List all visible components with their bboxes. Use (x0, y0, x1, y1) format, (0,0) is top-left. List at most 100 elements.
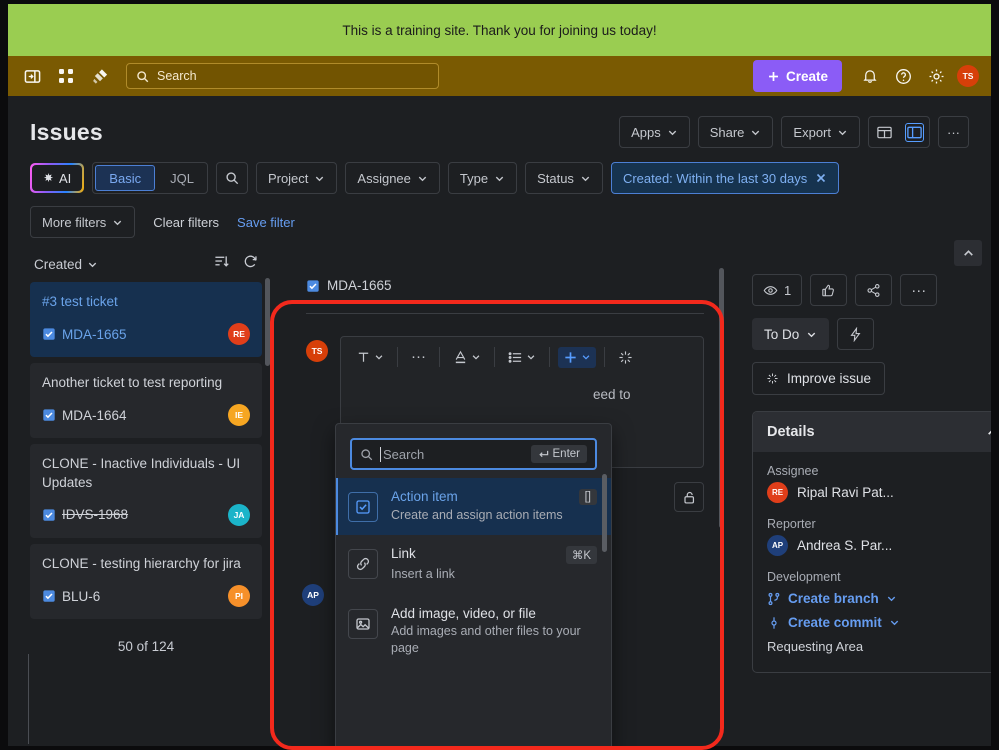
issue-card[interactable]: CLONE - testing hierarchy for jira BLU-6… (30, 544, 262, 619)
jira-logo-icon[interactable] (88, 64, 112, 88)
basic-mode-tab[interactable]: Basic (95, 165, 155, 191)
insert-menu-search-placeholder: Search (380, 447, 524, 462)
create-button[interactable]: Create (753, 60, 842, 92)
create-branch-link[interactable]: Create branch (767, 591, 991, 606)
assignee-filter-label: Assignee (357, 171, 410, 186)
basic-jql-toggle: Basic JQL (92, 162, 208, 194)
settings-gear-icon[interactable] (924, 64, 948, 88)
ai-filter-label: AI (59, 171, 71, 186)
user-avatar[interactable]: TS (957, 65, 979, 87)
detail-view-icon[interactable] (899, 117, 929, 147)
menu-item-shortcut: [] (579, 489, 597, 505)
insert-menu-search-input[interactable]: Search Enter (350, 438, 597, 470)
issue-card-key: MDA-1664 (42, 408, 127, 423)
more-formatting-icon[interactable]: ··· (406, 349, 431, 365)
detail-scrollbar[interactable] (719, 268, 724, 688)
task-checkbox-icon (42, 589, 56, 603)
automation-lightning-icon[interactable] (837, 318, 874, 350)
save-filter-link[interactable]: Save filter (237, 215, 295, 230)
avatar[interactable]: JA (228, 504, 250, 526)
status-filter-label: Status (537, 171, 574, 186)
issue-card-footer: MDA-1665 RE (42, 323, 250, 345)
unlock-icon[interactable] (674, 482, 704, 512)
issue-list-scrollbar[interactable] (265, 278, 270, 608)
status-badge[interactable]: To Do (752, 318, 829, 350)
more-actions-label: ··· (947, 125, 960, 140)
jql-mode-tab[interactable]: JQL (157, 163, 207, 193)
chevron-down-icon (417, 173, 428, 184)
text-color-icon[interactable] (448, 347, 486, 368)
project-filter[interactable]: Project (256, 162, 337, 194)
details-card-body: Assignee RE Ripal Ravi Pat... Reporter A… (753, 452, 991, 672)
type-filter[interactable]: Type (448, 162, 517, 194)
help-icon[interactable] (891, 64, 915, 88)
create-commit-link[interactable]: Create commit (767, 615, 991, 630)
sidebar-toggle-icon[interactable] (20, 64, 44, 88)
notifications-bell-icon[interactable] (858, 64, 882, 88)
watch-button[interactable]: 1 (752, 274, 802, 306)
menu-item-action-item[interactable]: Action item [] Create and assign action … (336, 478, 611, 535)
issue-card[interactable]: #3 test ticket MDA-1665 RE (30, 282, 262, 357)
apps-button[interactable]: Apps (619, 116, 690, 148)
status-filter[interactable]: Status (525, 162, 603, 194)
menu-item-description: Create and assign action items (391, 507, 597, 524)
filter-search-button[interactable] (216, 162, 248, 194)
clear-filters-link[interactable]: Clear filters (153, 215, 219, 230)
assignee-field-value[interactable]: RE Ripal Ravi Pat... (767, 482, 991, 503)
avatar[interactable]: IE (228, 404, 250, 426)
toolbar-separator (439, 347, 440, 367)
reporter-name: Andrea S. Par... (797, 538, 892, 553)
more-actions-icon[interactable]: ··· (900, 274, 937, 306)
more-actions-button[interactable]: ··· (938, 116, 969, 148)
insert-menu-search-wrap: Search Enter (336, 424, 611, 478)
avatar-initials: AP (772, 541, 783, 550)
menu-item-link[interactable]: Link ⌘K Insert a link (336, 535, 611, 594)
menu-item-title: Link (391, 546, 416, 561)
text-style-icon[interactable] (351, 347, 389, 368)
list-icon[interactable] (503, 347, 541, 368)
ai-filter-button[interactable]: AI (30, 163, 84, 193)
table-view-icon[interactable] (869, 117, 899, 147)
enter-key-label: Enter (553, 448, 581, 460)
improve-issue-button[interactable]: Improve issue (752, 362, 885, 395)
like-button[interactable] (810, 274, 847, 306)
commit-icon (767, 616, 781, 630)
issue-key-text: BLU-6 (62, 589, 100, 604)
chevron-down-icon (889, 617, 900, 628)
issue-card[interactable]: Another ticket to test reporting MDA-166… (30, 363, 262, 438)
reporter-field-value[interactable]: AP Andrea S. Par... (767, 535, 991, 556)
chevron-down-icon (471, 352, 481, 362)
avatar: TS (306, 340, 328, 362)
chevron-down-icon[interactable] (986, 240, 991, 266)
training-banner: This is a training site. Thank you for j… (8, 4, 991, 56)
issue-card[interactable]: CLONE - Inactive Individuals - UI Update… (30, 444, 262, 537)
created-filter-chip[interactable]: Created: Within the last 30 days (611, 162, 839, 194)
refresh-icon[interactable] (243, 254, 258, 274)
avatar-initials: JA (234, 510, 245, 520)
menu-item-add-media[interactable]: Add image, video, or file Add images and… (336, 595, 611, 669)
avatar[interactable]: PI (228, 585, 250, 607)
chevron-up-icon[interactable] (954, 240, 982, 266)
share-issue-button[interactable] (855, 274, 892, 306)
insert-menu-scrollbar[interactable] (602, 474, 607, 744)
app-switcher-icon[interactable] (54, 64, 78, 88)
menu-item-description: Add images and other files to your page (391, 623, 597, 658)
details-card: Details Assignee RE Ripal Ravi Pat... Re… (752, 411, 991, 673)
avatar[interactable]: RE (228, 323, 250, 345)
created-filter-label: Created: Within the last 30 days (623, 171, 807, 186)
assignee-filter[interactable]: Assignee (345, 162, 439, 194)
more-filters-button[interactable]: More filters (30, 206, 135, 238)
insert-plus-icon[interactable] (558, 347, 596, 368)
sort-selector[interactable]: Created (34, 257, 98, 272)
chevron-down-icon (750, 127, 761, 138)
thumbs-up-icon (821, 283, 836, 298)
issue-card-key: IDVS-1968 (42, 507, 128, 522)
ai-sparkle-icon[interactable] (613, 347, 638, 368)
export-button[interactable]: Export (781, 116, 860, 148)
global-search-input[interactable]: Search (126, 63, 439, 89)
sort-descending-icon[interactable] (214, 254, 229, 274)
details-card-header[interactable]: Details (753, 412, 991, 452)
detail-issue-key[interactable]: MDA-1665 (306, 278, 704, 293)
share-button[interactable]: Share (698, 116, 774, 148)
task-checkbox-icon (306, 279, 320, 293)
